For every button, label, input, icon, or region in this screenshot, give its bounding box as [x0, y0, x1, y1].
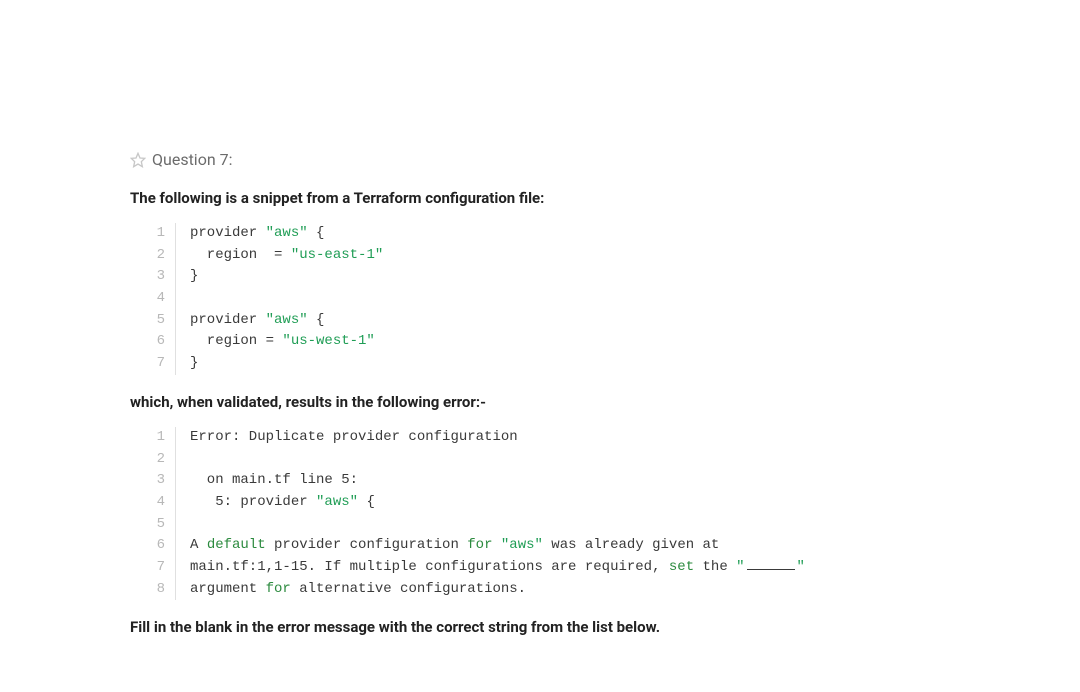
middle-text: which, when validated, results in the fo… [130, 393, 950, 411]
fill-blank [747, 557, 795, 570]
question-header: Question 7: [130, 150, 950, 169]
line-content: Error: Duplicate provider configuration [176, 427, 518, 449]
line-content: provider "aws" { [176, 310, 324, 332]
code-block-config: 1provider "aws" {2 region = "us-east-1"3… [150, 223, 950, 375]
code-line: 4 5: provider "aws" { [150, 492, 950, 514]
line-number: 3 [150, 266, 176, 288]
final-text: Fill in the blank in the error message w… [130, 618, 950, 636]
code-line: 5 [150, 514, 950, 536]
line-number: 5 [150, 514, 176, 536]
line-number: 4 [150, 288, 176, 310]
line-content: 5: provider "aws" { [176, 492, 375, 514]
code-line: 8argument for alternative configurations… [150, 579, 950, 601]
line-content: region = "us-west-1" [176, 331, 375, 353]
line-content: } [176, 353, 198, 375]
line-number: 1 [150, 427, 176, 449]
code-line: 1provider "aws" { [150, 223, 950, 245]
line-number: 2 [150, 245, 176, 267]
line-content: region = "us-east-1" [176, 245, 383, 267]
question-label: Question 7: [152, 150, 233, 169]
line-number: 2 [150, 449, 176, 471]
code-line: 3 on main.tf line 5: [150, 470, 950, 492]
line-number: 7 [150, 557, 176, 579]
line-content: provider "aws" { [176, 223, 324, 245]
line-number: 6 [150, 331, 176, 353]
line-number: 1 [150, 223, 176, 245]
code-line: 3} [150, 266, 950, 288]
line-number: 7 [150, 353, 176, 375]
line-content: } [176, 266, 198, 288]
line-number: 4 [150, 492, 176, 514]
line-number: 6 [150, 535, 176, 557]
line-content: on main.tf line 5: [176, 470, 358, 492]
line-content: A default provider configuration for "aw… [176, 535, 719, 557]
code-line: 4 [150, 288, 950, 310]
line-number: 3 [150, 470, 176, 492]
code-line: 2 region = "us-east-1" [150, 245, 950, 267]
line-content: main.tf:1,1-15. If multiple configuratio… [176, 557, 805, 579]
code-line: 6 region = "us-west-1" [150, 331, 950, 353]
code-line: 5provider "aws" { [150, 310, 950, 332]
line-content: argument for alternative configurations. [176, 579, 526, 601]
code-line: 7} [150, 353, 950, 375]
intro-text: The following is a snippet from a Terraf… [130, 189, 950, 207]
code-line: 2 [150, 449, 950, 471]
code-block-error: 1Error: Duplicate provider configuration… [150, 427, 950, 601]
code-line: 7main.tf:1,1-15. If multiple configurati… [150, 557, 950, 579]
line-number: 5 [150, 310, 176, 332]
line-number: 8 [150, 579, 176, 601]
code-line: 1Error: Duplicate provider configuration [150, 427, 950, 449]
code-line: 6A default provider configuration for "a… [150, 535, 950, 557]
star-icon [130, 152, 146, 168]
